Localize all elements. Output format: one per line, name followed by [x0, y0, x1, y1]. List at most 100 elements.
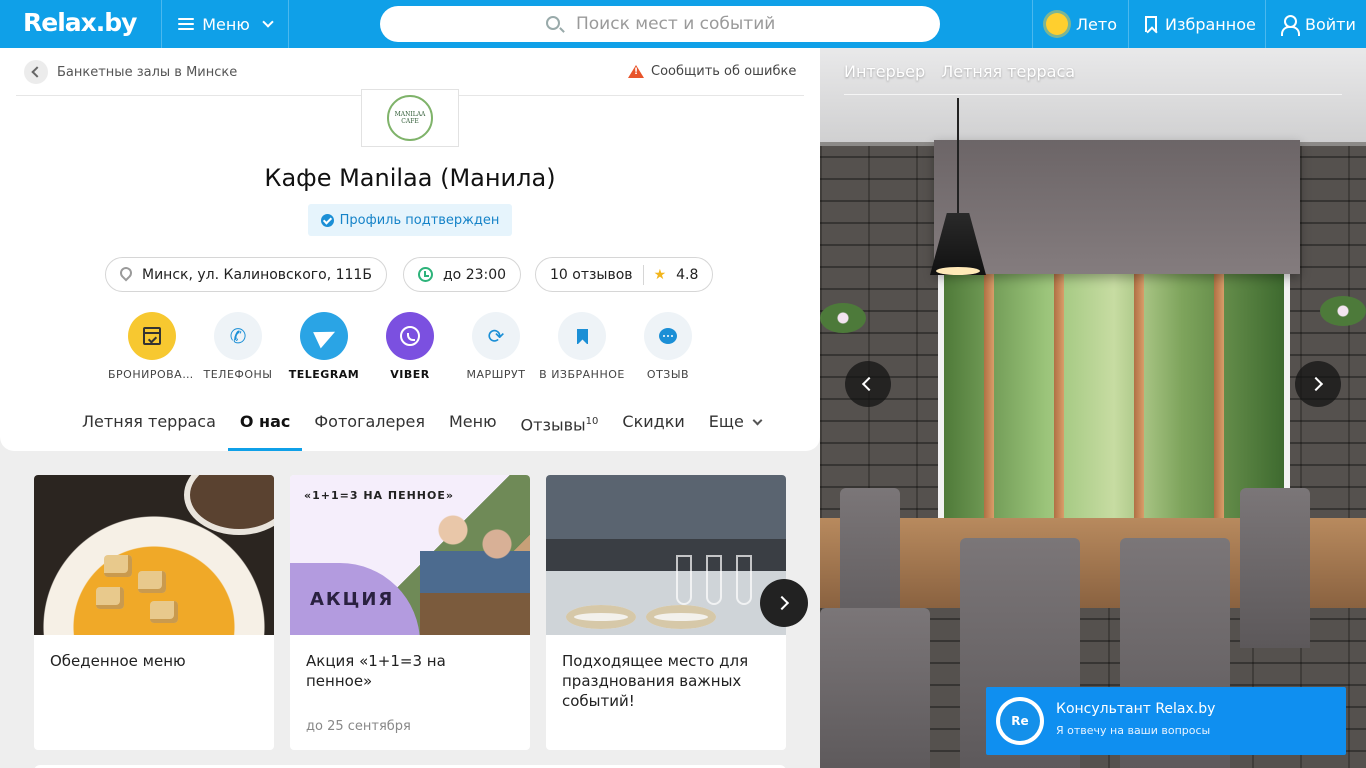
- route-button[interactable]: ⟳ МАРШРУТ: [452, 312, 540, 381]
- phones-button[interactable]: ✆ ТЕЛЕФОНЫ: [194, 312, 282, 381]
- offer-card[interactable]: «1+1=3 НА ПЕННОЕ» АКЦИЯ Акция «1+1=3 на …: [290, 475, 530, 750]
- favorites-button[interactable]: Избранное: [1145, 0, 1256, 48]
- venue-logo: MANILAA CAFE: [361, 89, 459, 147]
- people-image: [420, 495, 530, 635]
- search-bar[interactable]: [380, 6, 940, 42]
- favorites-circle[interactable]: [558, 312, 606, 360]
- tab-more[interactable]: Еще: [697, 398, 773, 451]
- tree-trunk-shape: [1054, 274, 1064, 542]
- promo-label: АКЦИЯ: [310, 589, 395, 610]
- telegram-button[interactable]: TELEGRAM: [280, 312, 368, 381]
- bowl-shape: [184, 475, 274, 535]
- logo-text: CAFE: [401, 118, 419, 125]
- tree-trunk-shape: [1214, 274, 1224, 542]
- hours-text: до 23:00: [443, 266, 507, 283]
- site-logo[interactable]: Relax.by: [23, 8, 137, 37]
- glass-shape: [736, 555, 752, 605]
- gallery-next-arrow-icon[interactable]: [1295, 361, 1341, 407]
- route-icon: ⟳: [487, 324, 505, 348]
- viber-circle[interactable]: [386, 312, 434, 360]
- window-image: [938, 268, 1290, 548]
- sun-icon: [1046, 13, 1068, 35]
- add-favorites-button[interactable]: В ИЗБРАННОЕ: [538, 312, 626, 381]
- review-button[interactable]: ОТЗЫВ: [624, 312, 712, 381]
- phones-circle[interactable]: ✆: [214, 312, 262, 360]
- chevron-down-icon: [262, 15, 274, 28]
- divider: [1032, 0, 1033, 48]
- hours-pill[interactable]: до 23:00: [403, 257, 522, 292]
- season-label: Лето: [1076, 14, 1117, 34]
- consultant-title: Консультант Relax.by: [1056, 701, 1216, 717]
- reviews-rating-pill[interactable]: 10 отзывов ★ 4.8: [535, 257, 714, 292]
- hamburger-icon: [178, 18, 195, 30]
- location-pin-icon: [117, 264, 135, 282]
- crouton-shape: [150, 601, 178, 623]
- report-error-link[interactable]: Сообщить об ошибке: [628, 64, 796, 79]
- crouton-shape: [104, 555, 132, 577]
- season-button[interactable]: Лето: [1046, 0, 1117, 48]
- chat-icon: [659, 328, 677, 344]
- menu-button[interactable]: Меню: [162, 0, 288, 48]
- tree-trunk-shape: [984, 274, 994, 542]
- favorites-label: Избранное: [1165, 14, 1256, 34]
- booking-circle[interactable]: [128, 312, 176, 360]
- top-bar: Relax.by Меню Лето Избранное Войти: [0, 0, 1366, 48]
- calendar-icon: [143, 327, 161, 345]
- offer-image-promo: «1+1=3 НА ПЕННОЕ» АКЦИЯ: [290, 475, 530, 635]
- offer-card[interactable]: Подходящее место для празднования важных…: [546, 475, 786, 750]
- telegram-icon: [313, 323, 339, 349]
- address-pill[interactable]: Минск, ул. Калиновского, 111Б: [105, 257, 387, 292]
- phone-icon: ✆: [229, 324, 247, 348]
- consultant-avatar: Re: [996, 697, 1044, 745]
- glass-shape: [706, 555, 722, 605]
- address-text: Минск, ул. Калиновского, 111Б: [142, 266, 372, 283]
- breadcrumb[interactable]: Банкетные залы в Минске: [24, 60, 237, 84]
- reviews-count-badge: 10: [585, 416, 599, 427]
- viber-icon: [400, 326, 420, 346]
- plate-shape: [566, 605, 636, 629]
- gallery-tab-summer-terrace[interactable]: Летняя терраса: [941, 62, 1075, 81]
- tab-reviews[interactable]: Отзывы10: [509, 398, 611, 451]
- offer-image-table: [546, 475, 786, 635]
- venue-card: Банкетные залы в Минске Сообщить об ошиб…: [0, 48, 820, 451]
- telegram-circle[interactable]: [300, 312, 348, 360]
- crouton-shape: [96, 587, 124, 609]
- breadcrumb-label[interactable]: Банкетные залы в Минске: [57, 65, 237, 80]
- viber-button[interactable]: VIBER: [366, 312, 454, 381]
- consultant-avatar-text: Re: [1000, 701, 1040, 741]
- gallery-prev-arrow-icon[interactable]: [845, 361, 891, 407]
- chair-image: [1240, 488, 1310, 648]
- warning-icon: [628, 65, 644, 78]
- gallery-tab-interior[interactable]: Интерьер: [844, 62, 925, 81]
- offers-next-arrow-icon[interactable]: [760, 579, 808, 627]
- tab-summer-terrace[interactable]: Летняя терраса: [70, 398, 228, 451]
- crouton-shape: [138, 571, 166, 593]
- verified-label: Профиль подтвержден: [339, 212, 500, 228]
- tab-photos[interactable]: Фотогалерея: [302, 398, 437, 451]
- back-arrow-icon[interactable]: [24, 60, 48, 84]
- action-label: VIBER: [390, 368, 430, 381]
- photo-gallery[interactable]: Интерьер Летняя терраса: [820, 48, 1366, 768]
- tab-menu[interactable]: Меню: [437, 398, 509, 451]
- gallery-tabs: Интерьер Летняя терраса: [844, 62, 1075, 81]
- tab-about[interactable]: О нас: [227, 398, 303, 451]
- consultant-widget[interactable]: Re Консультант Relax.by Я отвечу на ваши…: [986, 687, 1346, 755]
- cafe-logo-emblem: MANILAA CAFE: [387, 95, 433, 141]
- plate-shape: [646, 605, 716, 629]
- divider: [1128, 0, 1129, 48]
- offer-card[interactable]: Обеденное меню: [34, 475, 274, 750]
- route-circle[interactable]: ⟳: [472, 312, 520, 360]
- action-label: В ИЗБРАННОЕ: [539, 368, 625, 381]
- divider: [1265, 0, 1266, 48]
- review-circle[interactable]: [644, 312, 692, 360]
- tab-more-label: Еще: [708, 412, 744, 431]
- booking-button[interactable]: БРОНИРОВАНИЕ: [108, 312, 196, 381]
- tab-discounts[interactable]: Скидки: [610, 398, 696, 451]
- clock-icon: [418, 267, 433, 282]
- search-input[interactable]: [576, 12, 916, 36]
- divider: [288, 0, 289, 48]
- action-label: ОТЗЫВ: [646, 368, 690, 381]
- promo-headline: «1+1=3 НА ПЕННОЕ»: [304, 489, 454, 502]
- login-button[interactable]: Войти: [1281, 0, 1356, 48]
- offer-title: Акция «1+1=3 на пенное»: [306, 652, 446, 690]
